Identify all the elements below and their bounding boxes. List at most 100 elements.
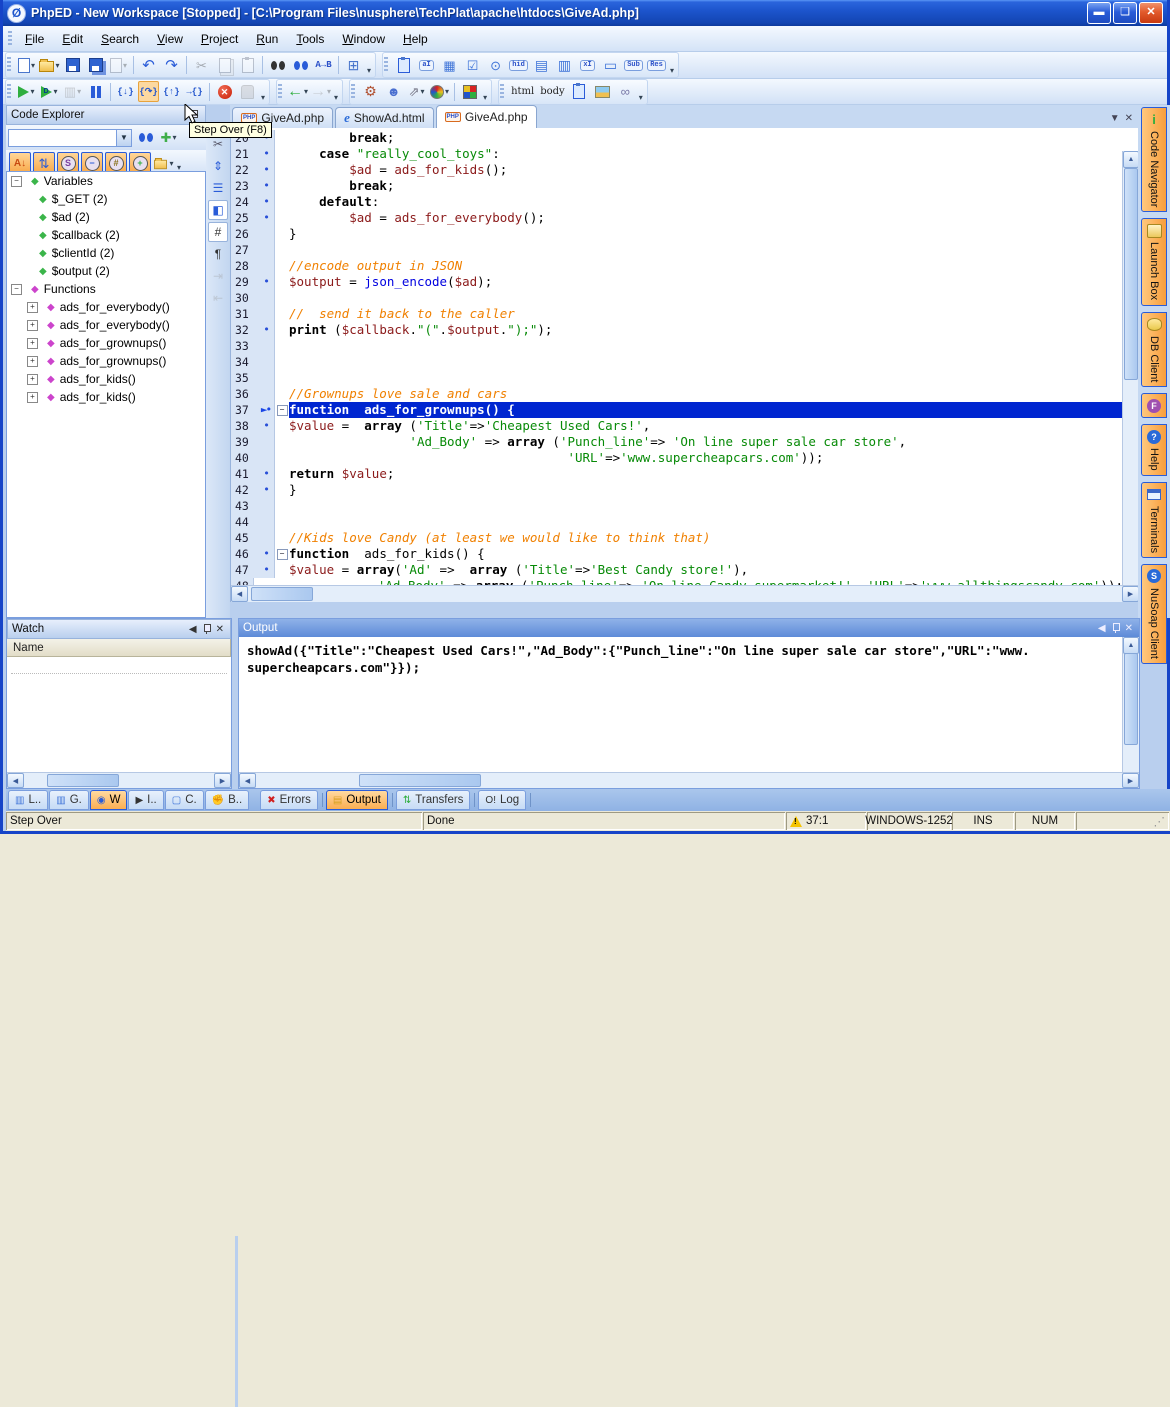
tree-expand-icon[interactable]: +: [27, 302, 38, 313]
insert-body-tag-button[interactable]: body: [538, 81, 566, 102]
new-file-button[interactable]: ▾: [16, 55, 37, 76]
maximize-button[interactable]: ❑: [1113, 2, 1137, 24]
close-button[interactable]: ✕: [1139, 2, 1163, 24]
settings-button[interactable]: ⚙: [360, 81, 381, 102]
tree-group[interactable]: −◆Functions: [7, 280, 205, 298]
dropdown-arrow-icon[interactable]: ▾: [327, 87, 331, 96]
insert-submit-button[interactable]: Sub: [623, 55, 644, 76]
menu-file[interactable]: File: [16, 29, 53, 49]
dropdown-arrow-icon[interactable]: ▾: [77, 87, 81, 96]
toolbar-grip[interactable]: [351, 84, 355, 100]
scroll-right-arrow[interactable]: ▶: [1122, 773, 1139, 788]
dock-tab-db-client[interactable]: DB Client: [1141, 312, 1167, 387]
stop-button[interactable]: [214, 81, 235, 102]
step-in-button[interactable]: {↓}: [115, 81, 136, 102]
toolbar-overflow-button[interactable]: ▾: [367, 66, 371, 77]
insert-radio-button[interactable]: ⊙: [485, 55, 506, 76]
insert-reset-button[interactable]: Res: [646, 55, 667, 76]
dropdown-arrow-icon[interactable]: ▾: [445, 87, 449, 96]
code-line-40[interactable]: 40 'URL'=>'www.supercheapcars.com'));: [231, 450, 1123, 466]
navigate-back-button[interactable]: ←▾: [287, 81, 308, 102]
toolbar-overflow-button[interactable]: ▾: [639, 93, 643, 104]
toolbar-overflow-button[interactable]: ▾: [334, 93, 338, 104]
toolbar-grip[interactable]: [500, 84, 504, 100]
code-line-21[interactable]: 21• case "really_cool_toys":: [231, 146, 1123, 162]
dock-tab-code-navigator[interactable]: iCode Navigator: [1141, 107, 1167, 212]
dropdown-arrow-icon[interactable]: ▾: [55, 61, 59, 70]
insert-combobox-button[interactable]: ▥: [554, 55, 575, 76]
collapse-left-icon[interactable]: ◀: [189, 624, 197, 635]
menu-view[interactable]: View: [148, 29, 192, 49]
dropdown-arrow-icon[interactable]: ▾: [31, 61, 35, 70]
bottom-tab-w[interactable]: ◉W: [90, 790, 128, 810]
dropdown-arrow-icon[interactable]: ▾: [172, 133, 176, 142]
run-debug-button[interactable]: ▾: [39, 81, 60, 102]
pause-button[interactable]: [85, 81, 106, 102]
toolbar-grip[interactable]: [278, 84, 282, 100]
scroll-left-arrow[interactable]: ◀: [239, 773, 256, 788]
minimize-button[interactable]: ▬: [1087, 2, 1111, 24]
deploy-button[interactable]: ⇗▾: [406, 81, 427, 102]
insert-listbox-button[interactable]: ▤: [531, 55, 552, 76]
code-line-39[interactable]: 39 'Ad_Body' => array ('Punch_line'=> 'O…: [231, 434, 1123, 450]
dropdown-arrow-icon[interactable]: ▾: [53, 87, 57, 96]
tree-expand-icon[interactable]: +: [27, 374, 38, 385]
step-over-button[interactable]: {↷}: [138, 81, 159, 102]
code-line-46[interactable]: 46•−function ads_for_kids() {: [231, 546, 1123, 562]
code-area[interactable]: 20• break;21• case "really_cool_toys":22…: [230, 128, 1139, 602]
save-button[interactable]: [62, 55, 83, 76]
status-resize-grip[interactable]: ⋰: [1076, 812, 1169, 830]
code-line-42[interactable]: 42•}: [231, 482, 1123, 498]
insert-html-tag-button[interactable]: html: [509, 81, 536, 102]
code-line-44[interactable]: 44: [231, 514, 1123, 530]
colors-button[interactable]: [459, 81, 480, 102]
menu-window[interactable]: Window: [333, 29, 394, 49]
save-all-button[interactable]: [85, 55, 106, 76]
tree-group[interactable]: −◆Variables: [7, 172, 205, 190]
bottom-tab-b[interactable]: ✊B..: [205, 790, 250, 810]
explorer-find-button[interactable]: [135, 127, 156, 148]
bottom-tab-output[interactable]: ▤Output: [326, 790, 388, 810]
close-panel-icon[interactable]: ✕: [216, 624, 224, 635]
code-line-20[interactable]: 20• break;: [231, 130, 1123, 146]
run-button[interactable]: ▾: [16, 81, 37, 102]
paste-html-button[interactable]: [569, 81, 590, 102]
editor-horizontal-scrollbar[interactable]: ◀ ▶: [231, 585, 1139, 602]
bottom-tab-i[interactable]: ▶I..: [128, 790, 163, 810]
tree-expand-icon[interactable]: +: [27, 356, 38, 367]
code-line-25[interactable]: 25• $ad = ads_for_everybody();: [231, 210, 1123, 226]
code-line-27[interactable]: 27: [231, 242, 1123, 258]
code-line-33[interactable]: 33: [231, 338, 1123, 354]
redo-button[interactable]: ↷: [161, 55, 182, 76]
code-line-29[interactable]: 29•$output = json_encode($ad);: [231, 274, 1123, 290]
tree-expand-icon[interactable]: −: [11, 284, 22, 295]
dock-tab-launch-box[interactable]: Launch Box: [1141, 218, 1167, 305]
watch-column-header[interactable]: Name: [7, 639, 231, 657]
dropdown-arrow-icon[interactable]: ▾: [169, 159, 173, 168]
menu-edit[interactable]: Edit: [53, 29, 92, 49]
output-content[interactable]: showAd({"Title":"Cheapest Used Cars!","A…: [239, 637, 1123, 772]
highlight-button[interactable]: ▾: [429, 81, 450, 102]
account-button[interactable]: ☻: [383, 81, 404, 102]
toolbar-overflow-button[interactable]: ▾: [261, 93, 265, 104]
code-line-36[interactable]: 36//Grownups love sale and cars: [231, 386, 1123, 402]
tree-item[interactable]: +◆ads_for_kids(): [7, 370, 205, 388]
code-line-32[interactable]: 32•print ($callback."(".$output.");");: [231, 322, 1123, 338]
dock-tab-terminals[interactable]: Terminals: [1141, 482, 1167, 558]
scroll-up-arrow[interactable]: ▲: [1123, 637, 1139, 654]
dropdown-arrow-icon[interactable]: ▾: [123, 61, 127, 70]
insert-link-button[interactable]: ∞: [615, 81, 636, 102]
code-line-28[interactable]: 28//encode output in JSON: [231, 258, 1123, 274]
bottom-tab-c[interactable]: ▢C.: [165, 790, 204, 810]
scroll-right-arrow[interactable]: ▶: [1122, 586, 1139, 602]
watch-horizontal-scrollbar[interactable]: ◀ ▶: [7, 772, 231, 788]
step-out-button[interactable]: {↑}: [161, 81, 182, 102]
tree-item[interactable]: ◆$_GET (2): [7, 190, 205, 208]
dropdown-arrow-icon[interactable]: ▾: [30, 87, 34, 96]
tab-list-dropdown-icon[interactable]: ▼: [1110, 113, 1120, 124]
watch-empty-row[interactable]: [11, 659, 227, 674]
menu-help[interactable]: Help: [394, 29, 437, 49]
tree-expand-icon[interactable]: +: [27, 338, 38, 349]
explorer-search-input[interactable]: ▼: [8, 129, 132, 147]
open-file-button[interactable]: ▾: [39, 55, 60, 76]
